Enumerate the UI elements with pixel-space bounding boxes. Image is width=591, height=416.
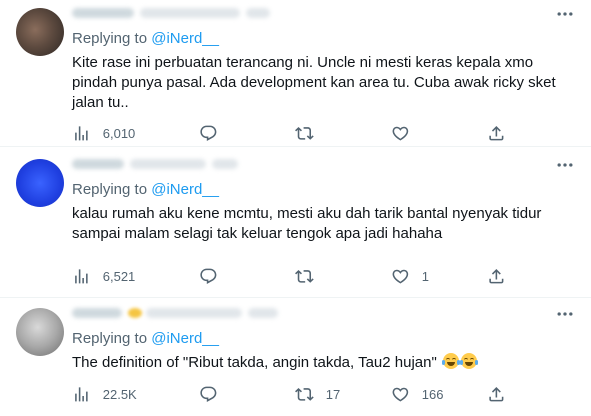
verified-badge-icon: [128, 307, 142, 318]
views-count: 6,010: [102, 125, 136, 141]
views-icon: [75, 268, 88, 284]
tweet-content: Replying to @iNerd__ kalau rumah aku ken…: [72, 155, 575, 244]
views-button[interactable]: 6,010: [72, 124, 199, 143]
share-icon: [489, 386, 504, 402]
redacted-display-name: [72, 307, 122, 318]
redacted-timestamp: [212, 158, 238, 169]
retweet-count: 17: [325, 386, 341, 402]
replying-to: Replying to @iNerd__: [72, 180, 575, 200]
replying-to-handle-link[interactable]: @iNerd__: [151, 181, 219, 198]
retweet-button[interactable]: [295, 124, 391, 143]
tweet-text: Kite rase ini perbuatan terancang ni. Un…: [72, 54, 560, 111]
redacted-handle: [140, 7, 240, 18]
tweet-text: The definition of "Ribut takda, angin ta…: [72, 353, 575, 373]
replying-to-handle-link[interactable]: @iNerd__: [151, 330, 219, 347]
avatar[interactable]: [16, 8, 64, 56]
replying-to-label: Replying to: [72, 181, 152, 198]
reply-button[interactable]: [199, 385, 295, 404]
retweet-icon: [295, 126, 314, 140]
like-button[interactable]: 1: [391, 267, 487, 286]
reply-button[interactable]: [199, 124, 295, 143]
replying-to-label: Replying to: [72, 330, 152, 347]
like-icon: [392, 387, 409, 402]
more-icon[interactable]: [555, 304, 575, 324]
like-count: 166: [421, 386, 444, 402]
like-button[interactable]: [391, 124, 487, 143]
tweet-text-body: The definition of "Ribut takda, angin ta…: [72, 354, 441, 371]
reply-icon: [200, 268, 217, 284]
retweet-icon: [295, 269, 314, 283]
tweet-header: [72, 4, 575, 24]
reply-icon: [200, 386, 217, 402]
share-icon: [489, 125, 504, 141]
retweet-button[interactable]: [295, 267, 391, 286]
tears-of-joy-emoji: [459, 353, 478, 369]
tears-of-joy-emoji: [441, 353, 460, 369]
views-button[interactable]: 22.5K: [72, 385, 199, 404]
reply-tweet[interactable]: Replying to @iNerd__ Kite rase ini perbu…: [0, 0, 591, 147]
redacted-handle: [130, 158, 206, 169]
avatar[interactable]: [16, 308, 64, 356]
share-icon: [489, 268, 504, 284]
reply-feed: Replying to @iNerd__ Kite rase ini perbu…: [0, 0, 591, 416]
tweet-content: Replying to @iNerd__ Kite rase ini perbu…: [72, 4, 575, 113]
like-icon: [392, 126, 409, 141]
avatar[interactable]: [16, 159, 64, 207]
retweet-button[interactable]: 17: [295, 385, 391, 404]
replying-to: Replying to @iNerd__: [72, 29, 575, 49]
views-count: 6,521: [102, 268, 136, 284]
redacted-timestamp: [246, 7, 270, 18]
reply-button[interactable]: [199, 267, 295, 286]
reply-tweet[interactable]: Replying to @iNerd__ kalau rumah aku ken…: [0, 147, 591, 298]
replying-to-label: Replying to: [72, 30, 152, 47]
reply-tweet[interactable]: Replying to @iNerd__ The definition of "…: [0, 298, 591, 416]
share-button[interactable]: [487, 124, 506, 143]
more-icon[interactable]: [555, 4, 575, 24]
like-icon: [392, 269, 409, 284]
redacted-display-name: [72, 7, 134, 18]
share-button[interactable]: [487, 267, 506, 286]
tweet-actions: 6,521 1: [72, 266, 575, 286]
like-count: 1: [421, 268, 429, 284]
replying-to: Replying to @iNerd__: [72, 329, 575, 349]
retweet-icon: [295, 387, 314, 401]
like-button[interactable]: 166: [391, 385, 487, 404]
tweet-header: [72, 304, 575, 324]
tweet-content: Replying to @iNerd__ The definition of "…: [72, 304, 575, 373]
tweet-header: [72, 155, 575, 175]
reply-icon: [200, 125, 217, 141]
views-button[interactable]: 6,521: [72, 267, 199, 286]
redacted-display-name: [72, 158, 124, 169]
tweet-actions: 6,010: [72, 123, 575, 143]
more-icon[interactable]: [555, 155, 575, 175]
redacted-handle: [146, 307, 242, 318]
tweet-actions: 22.5K 17 166: [72, 384, 575, 404]
share-button[interactable]: [487, 385, 506, 404]
views-count: 22.5K: [102, 386, 137, 402]
replying-to-handle-link[interactable]: @iNerd__: [151, 30, 219, 47]
views-icon: [75, 125, 88, 141]
tweet-text: kalau rumah aku kene mcmtu, mesti aku da…: [72, 205, 546, 242]
redacted-timestamp: [248, 307, 278, 318]
views-icon: [75, 386, 88, 402]
